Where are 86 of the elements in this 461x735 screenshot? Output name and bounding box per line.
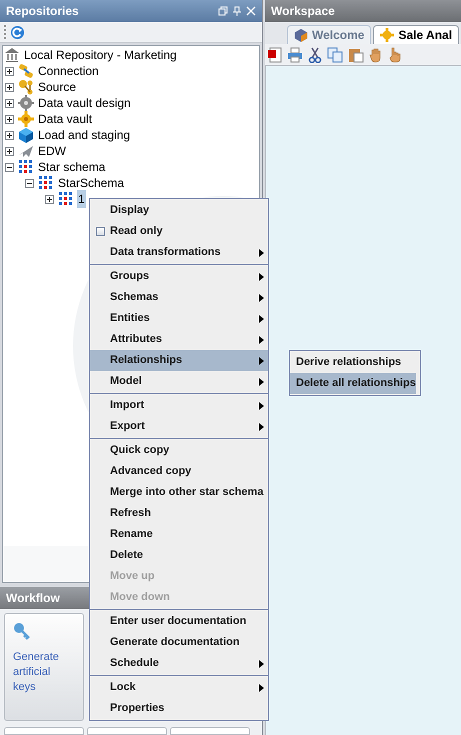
menu-item[interactable]: Merge into other star schema xyxy=(90,482,268,503)
paste-icon[interactable] xyxy=(348,46,364,62)
submenu-arrow-icon xyxy=(259,356,264,364)
menu-item[interactable]: Derive relationships xyxy=(290,352,416,373)
menu-item[interactable]: Properties xyxy=(90,698,268,719)
menu-item[interactable]: Lock xyxy=(90,677,268,698)
panel-title: Workspace xyxy=(271,3,335,20)
submenu-arrow-icon xyxy=(259,336,264,344)
menu-item[interactable]: Export xyxy=(90,416,268,437)
workflow-card[interactable]: Generate artificial keys xyxy=(4,613,84,721)
menu-item[interactable]: Enter user documentation xyxy=(90,611,268,632)
menu-item[interactable]: Groups xyxy=(90,266,268,287)
menu-item[interactable]: Rename xyxy=(90,524,268,545)
submenu-arrow-icon xyxy=(259,684,264,692)
tree-item[interactable]: Data vault xyxy=(37,110,94,128)
menu-item[interactable]: Schedule xyxy=(90,653,268,674)
menu-item[interactable]: Advanced copy xyxy=(90,461,268,482)
submenu-arrow-icon xyxy=(259,314,264,322)
submenu-arrow-icon xyxy=(259,660,264,668)
cube-icon xyxy=(294,28,308,42)
menu-item[interactable]: Entities xyxy=(90,308,268,329)
pointing-hand-icon[interactable] xyxy=(388,46,402,62)
tab[interactable]: Sale Anal xyxy=(373,25,460,44)
expand-toggle[interactable] xyxy=(5,146,14,156)
cube-icon xyxy=(18,127,34,143)
expand-toggle[interactable] xyxy=(5,66,14,76)
print-icon[interactable] xyxy=(287,46,303,62)
tab[interactable]: Welcome xyxy=(287,25,372,44)
grid-icon xyxy=(18,159,34,175)
card-label: Generate artificial keys xyxy=(13,650,60,695)
plane-icon xyxy=(18,143,34,159)
scissors-icon[interactable] xyxy=(308,46,322,62)
hand-icon[interactable] xyxy=(369,46,383,62)
restore-icon[interactable] xyxy=(218,6,228,16)
submenu-arrow-icon xyxy=(259,248,264,256)
tree-item[interactable]: Connection xyxy=(37,62,100,80)
menu-item[interactable]: Schemas xyxy=(90,287,268,308)
chain-icon xyxy=(18,63,34,79)
menu-item[interactable]: Refresh xyxy=(90,503,268,524)
tree-item[interactable]: EDW xyxy=(37,142,67,160)
submenu-arrow-icon xyxy=(259,402,264,410)
expand-toggle[interactable] xyxy=(5,82,14,92)
pin-icon[interactable] xyxy=(232,6,242,16)
tree-item[interactable]: 1 xyxy=(77,190,86,208)
refresh-icon[interactable] xyxy=(10,24,25,40)
expand-toggle[interactable] xyxy=(5,114,14,124)
gear-icon xyxy=(18,95,34,111)
tree-item[interactable]: Star schema xyxy=(37,158,106,176)
star-burst-icon xyxy=(18,111,34,127)
menu-item[interactable]: Delete xyxy=(90,545,268,566)
menu-item[interactable]: Import xyxy=(90,395,268,416)
pdf-icon[interactable] xyxy=(268,46,282,62)
collapse-toggle[interactable] xyxy=(25,178,34,188)
menu-item[interactable]: Read only xyxy=(90,221,268,242)
tree-item[interactable]: Source xyxy=(37,78,78,96)
menu-item[interactable]: Delete all relationships xyxy=(290,373,416,394)
menu-item[interactable]: Relationships xyxy=(90,350,268,371)
star-burst-icon xyxy=(380,28,394,42)
close-icon[interactable] xyxy=(246,6,256,16)
tree-item[interactable]: Local Repository - Marketing xyxy=(23,46,178,64)
expand-toggle[interactable] xyxy=(45,194,54,204)
expand-toggle[interactable] xyxy=(5,98,14,108)
node-icon xyxy=(18,79,34,95)
tree-item[interactable]: StarSchema xyxy=(57,174,126,192)
key-icon xyxy=(13,622,31,640)
submenu-arrow-icon xyxy=(259,378,264,386)
copy-icon[interactable] xyxy=(327,46,343,62)
submenu-arrow-icon xyxy=(259,294,264,302)
submenu-arrow-icon xyxy=(259,422,264,430)
panel-title: Repositories xyxy=(6,3,79,20)
bank-icon xyxy=(4,47,20,63)
tree-item[interactable]: Load and staging xyxy=(37,126,132,144)
panel-title: Workflow xyxy=(6,590,60,607)
collapse-toggle[interactable] xyxy=(5,162,14,172)
checkbox[interactable] xyxy=(96,227,105,236)
menu-item[interactable]: Data transformations xyxy=(90,242,268,263)
menu-item[interactable]: Attributes xyxy=(90,329,268,350)
grid-icon xyxy=(58,191,74,207)
menu-item[interactable]: Generate documentation xyxy=(90,632,268,653)
submenu-arrow-icon xyxy=(259,272,264,280)
menu-item[interactable]: Display xyxy=(90,200,268,221)
tree-item[interactable]: Data vault design xyxy=(37,94,132,112)
menu-item[interactable]: Quick copy xyxy=(90,440,268,461)
menu-item[interactable]: Model xyxy=(90,371,268,392)
grid-icon xyxy=(38,175,54,191)
expand-toggle[interactable] xyxy=(5,130,14,140)
